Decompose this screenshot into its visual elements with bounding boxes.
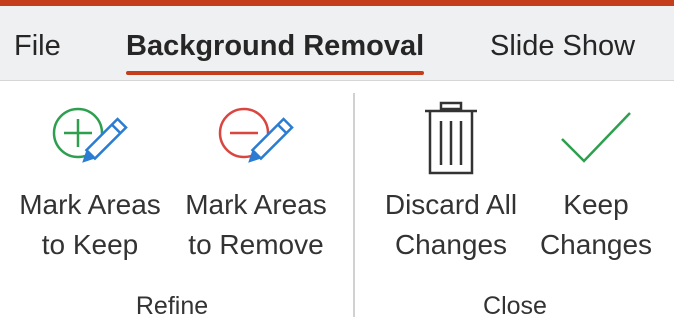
discard-all-changes-button[interactable]: Discard All Changes [376,81,526,271]
checkmark-icon [532,99,660,179]
group-label-refine: Refine [135,292,209,320]
tab-file[interactable]: File [14,28,61,64]
pencil-plus-icon [12,99,168,179]
group-label-close: Close [483,292,547,320]
button-label: Mark Areas to Keep [19,189,161,260]
button-label: Discard All Changes [384,189,518,260]
keep-changes-button[interactable]: Keep Changes [532,81,660,271]
ribbon-tab-bar: File Background Removal Slide Show [0,6,674,81]
ribbon-panel: Mark Areas to Keep Mark Areas to Remove … [0,81,674,331]
mark-areas-to-remove-button[interactable]: Mark Areas to Remove [178,81,334,271]
trash-icon [376,99,526,179]
tab-slide-show[interactable]: Slide Show [490,28,635,64]
button-label: Mark Areas to Remove [185,189,327,260]
mark-areas-to-keep-button[interactable]: Mark Areas to Keep [12,81,168,271]
button-label: Keep Changes [539,189,653,260]
pencil-minus-icon [178,99,334,179]
group-separator [353,93,355,317]
tab-background-removal[interactable]: Background Removal [126,28,425,75]
